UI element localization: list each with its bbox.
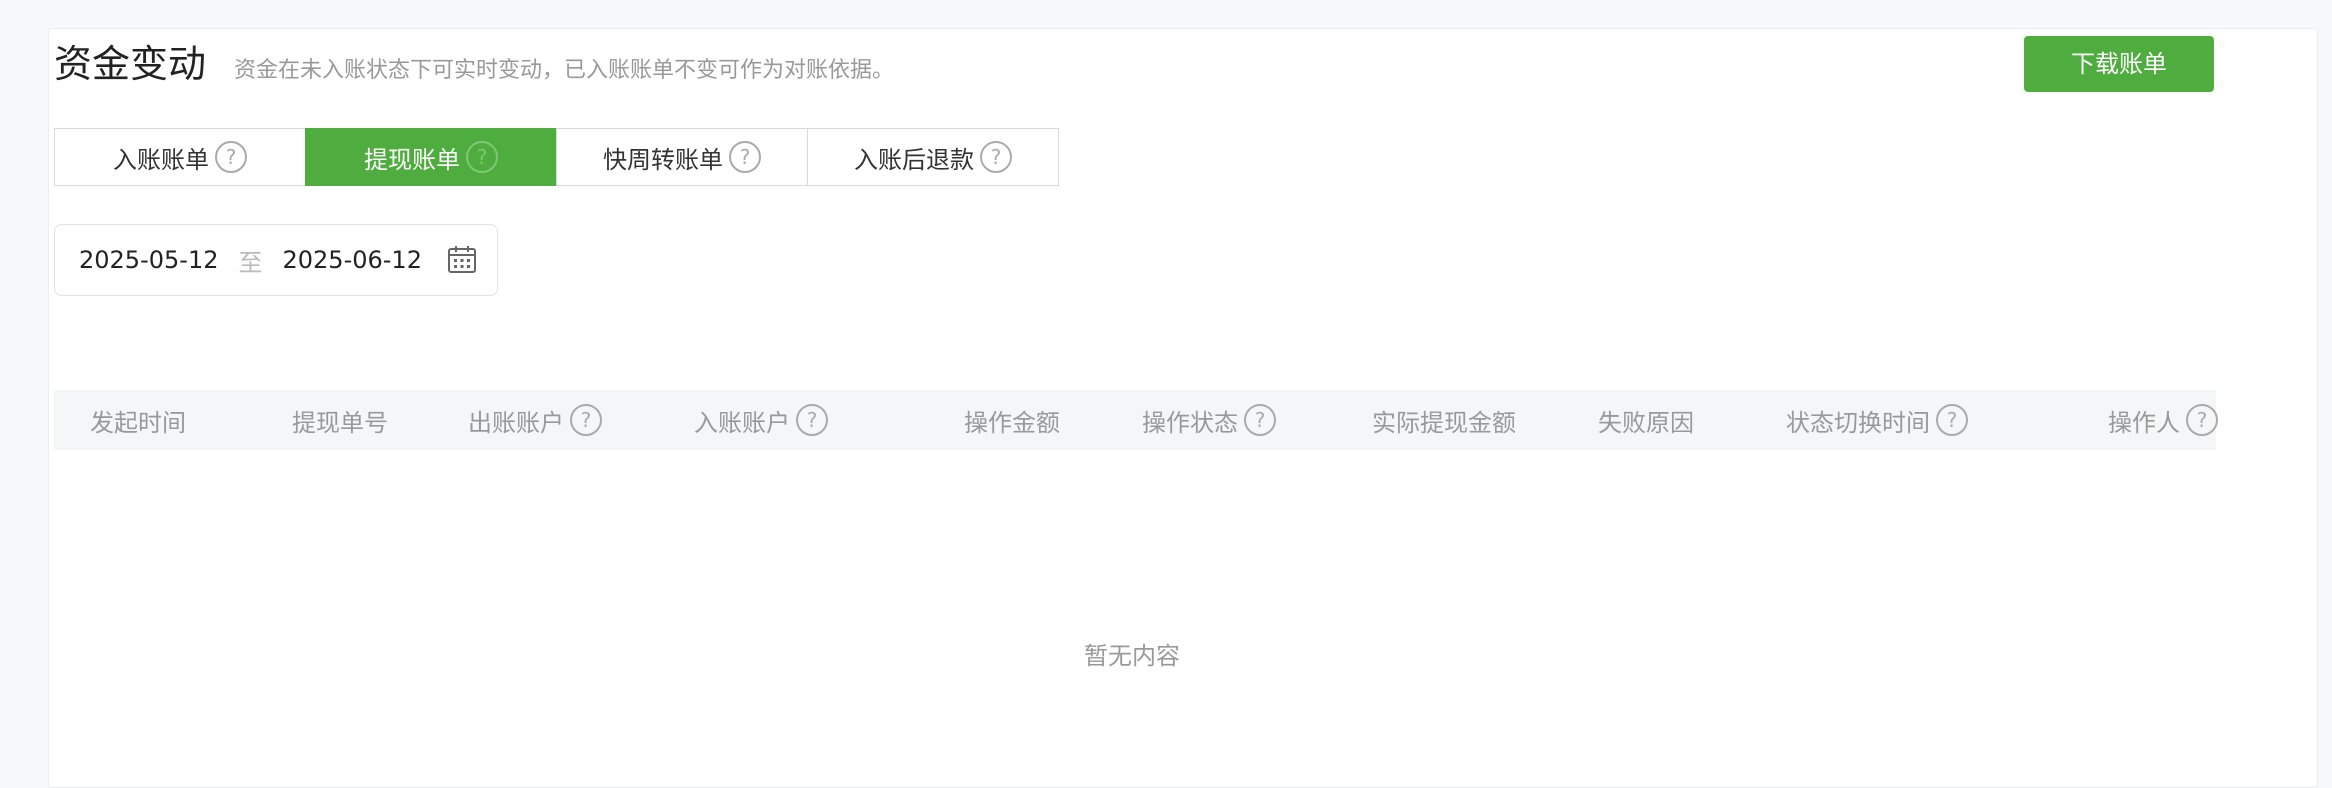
end-date[interactable]: 2025-06-12	[282, 246, 421, 274]
column-header-incoming-account: 入账账户 ?	[694, 390, 828, 450]
help-icon[interactable]: ?	[466, 141, 498, 173]
column-header-failure-reason: 失败原因	[1598, 390, 1694, 450]
column-header-initiated-time: 发起时间	[90, 390, 186, 450]
tab-label: 提现账单	[364, 145, 460, 174]
tab-quick-turnover-bill[interactable]: 快周转账单 ?	[556, 128, 808, 186]
tab-label: 入账后退款	[854, 145, 974, 174]
column-header-outgoing-account: 出账账户 ?	[468, 390, 602, 450]
date-separator: 至	[238, 248, 263, 277]
column-header-withdraw-no: 提现单号	[292, 390, 388, 450]
help-icon[interactable]: ?	[796, 404, 828, 436]
download-bill-button[interactable]: 下载账单	[2024, 36, 2214, 92]
help-icon[interactable]: ?	[1244, 404, 1276, 436]
column-label: 入账账户	[694, 408, 790, 437]
column-label: 实际提现金额	[1372, 408, 1516, 437]
column-header-status-change-time: 状态切换时间 ?	[1786, 390, 1968, 450]
column-label: 出账账户	[468, 408, 564, 437]
column-header-amount: 操作金额	[964, 390, 1060, 450]
column-header-operator: 操作人 ?	[2108, 390, 2218, 450]
page-title: 资金变动	[54, 42, 207, 86]
column-label: 发起时间	[90, 408, 186, 437]
column-label: 状态切换时间	[1786, 408, 1930, 437]
tab-refund-after-income[interactable]: 入账后退款 ?	[807, 128, 1059, 186]
help-icon[interactable]: ?	[980, 141, 1012, 173]
empty-state-text: 暂无内容	[1084, 642, 1180, 670]
table-header: 发起时间 提现单号 出账账户 ? 入账账户 ? 操作金额 操作状态 ? 实际提现…	[54, 390, 2218, 450]
tab-label: 快周转账单	[603, 145, 723, 174]
column-label: 失败原因	[1598, 408, 1694, 437]
column-label: 操作人	[2108, 408, 2180, 437]
column-label: 操作状态	[1142, 408, 1238, 437]
calendar-icon[interactable]	[447, 245, 477, 275]
help-icon[interactable]: ?	[729, 141, 761, 173]
page-subtitle: 资金在未入账状态下可实时变动，已入账账单不变可作为对账依据。	[234, 58, 895, 83]
help-icon[interactable]: ?	[2186, 404, 2218, 436]
column-label: 提现单号	[292, 408, 388, 437]
column-header-actual-amount: 实际提现金额	[1372, 390, 1516, 450]
help-icon[interactable]: ?	[215, 141, 247, 173]
start-date[interactable]: 2025-05-12	[79, 246, 218, 274]
column-label: 操作金额	[964, 408, 1060, 437]
bill-type-tabs: 入账账单 ? 提现账单 ? 快周转账单 ? 入账后退款 ?	[54, 128, 1059, 186]
tab-income-bill[interactable]: 入账账单 ?	[54, 128, 306, 186]
date-range-picker[interactable]: 2025-05-12 至 2025-06-12	[54, 224, 498, 296]
column-header-status: 操作状态 ?	[1142, 390, 1276, 450]
tab-withdraw-bill[interactable]: 提现账单 ?	[305, 128, 557, 186]
help-icon[interactable]: ?	[570, 404, 602, 436]
tab-label: 入账账单	[113, 145, 209, 174]
help-icon[interactable]: ?	[1936, 404, 1968, 436]
